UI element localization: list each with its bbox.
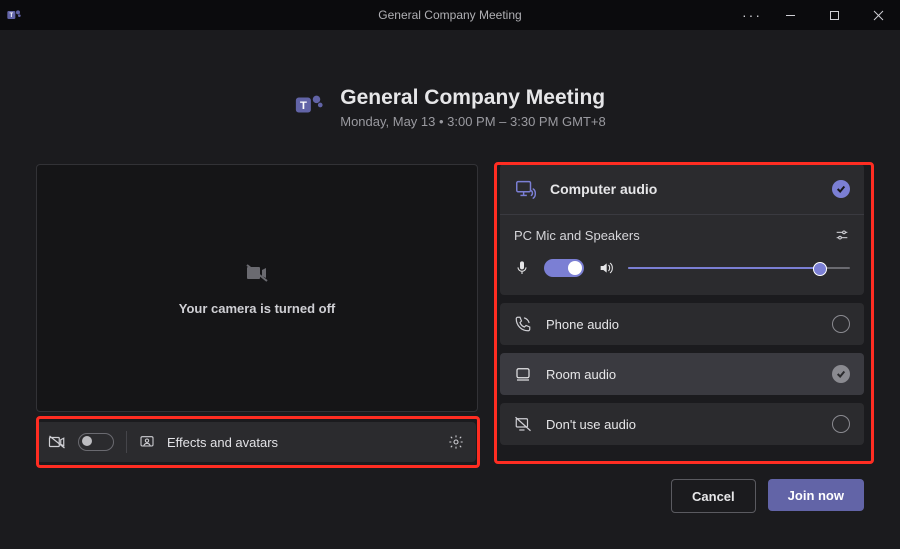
divider bbox=[126, 431, 127, 453]
phone-audio-label: Phone audio bbox=[546, 317, 619, 332]
join-now-button[interactable]: Join now bbox=[768, 479, 864, 511]
computer-audio-selected-icon bbox=[832, 180, 850, 198]
mic-toggle[interactable] bbox=[544, 259, 584, 277]
computer-audio-label: Computer audio bbox=[550, 181, 657, 197]
room-audio-label: Room audio bbox=[546, 367, 616, 382]
svg-text:T: T bbox=[9, 13, 13, 19]
svg-text:T: T bbox=[300, 100, 307, 112]
meeting-header: T General Company Meeting Monday, May 13… bbox=[0, 86, 900, 129]
close-button[interactable] bbox=[856, 0, 900, 30]
computer-audio-icon bbox=[514, 178, 536, 200]
effects-icon bbox=[139, 434, 155, 450]
computer-audio-card[interactable]: Computer audio PC Mic and Speakers bbox=[500, 164, 864, 295]
no-audio-option[interactable]: Don't use audio bbox=[500, 403, 864, 445]
phone-icon bbox=[514, 315, 532, 333]
camera-toggle[interactable] bbox=[78, 433, 114, 451]
mic-icon bbox=[514, 260, 530, 276]
phone-audio-option[interactable]: Phone audio bbox=[500, 303, 864, 345]
camera-off-icon bbox=[245, 261, 269, 285]
effects-and-avatars-button[interactable]: Effects and avatars bbox=[167, 435, 278, 450]
maximize-button[interactable] bbox=[812, 0, 856, 30]
camera-off-small-icon bbox=[48, 433, 66, 451]
gear-icon[interactable] bbox=[448, 434, 464, 450]
teams-logo-icon: T bbox=[294, 90, 324, 120]
minimize-button[interactable] bbox=[768, 0, 812, 30]
meeting-time: Monday, May 13 • 3:00 PM – 3:30 PM GMT+8 bbox=[340, 114, 606, 129]
camera-preview: Your camera is turned off bbox=[36, 164, 478, 412]
volume-slider[interactable] bbox=[628, 261, 850, 275]
app-icon: T bbox=[6, 7, 22, 23]
camera-off-text: Your camera is turned off bbox=[179, 301, 336, 316]
room-audio-option[interactable]: Room audio bbox=[500, 353, 864, 395]
room-icon bbox=[514, 365, 532, 383]
meeting-title: General Company Meeting bbox=[340, 86, 606, 110]
speaker-icon bbox=[598, 260, 614, 276]
titlebar: T General Company Meeting ··· bbox=[0, 0, 900, 30]
device-name[interactable]: PC Mic and Speakers bbox=[514, 228, 640, 243]
device-settings-icon[interactable] bbox=[834, 227, 850, 243]
camera-controls-bar: Effects and avatars bbox=[36, 422, 476, 462]
room-audio-radio[interactable] bbox=[832, 365, 850, 383]
no-audio-radio[interactable] bbox=[832, 415, 850, 433]
cancel-button[interactable]: Cancel bbox=[671, 479, 756, 513]
phone-audio-radio[interactable] bbox=[832, 315, 850, 333]
more-button[interactable]: ··· bbox=[736, 0, 768, 30]
no-audio-icon bbox=[514, 415, 532, 433]
no-audio-label: Don't use audio bbox=[546, 417, 636, 432]
